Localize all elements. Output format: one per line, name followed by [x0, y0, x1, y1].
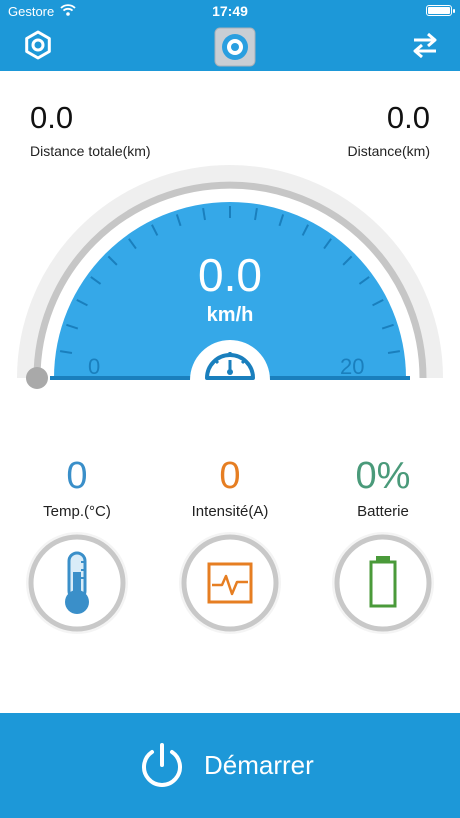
current-value: 0: [219, 455, 241, 497]
trip-distance-label: Distance(km): [347, 143, 430, 159]
scale-max-label: 20: [340, 354, 365, 379]
start-button-label: Démarrer: [204, 750, 314, 780]
swap-arrows-icon[interactable]: [410, 30, 440, 60]
battery-icon[interactable]: [330, 530, 436, 636]
speed-unit: km/h: [206, 304, 254, 326]
start-button[interactable]: Démarrer: [0, 713, 460, 818]
top-bar: Gestore 17:49: [0, 0, 460, 71]
current-label: Intensité(A): [191, 503, 269, 520]
battery-value: 0%: [355, 455, 411, 497]
waveform-icon[interactable]: [177, 530, 283, 636]
speed-value: 0.0: [198, 249, 262, 301]
status-time: 17:49: [212, 3, 248, 19]
app-logo: [214, 27, 256, 67]
temperature-label: Temp.(°C): [43, 503, 111, 520]
status-battery-icon: [426, 5, 455, 16]
scale-min-label: 0: [88, 354, 101, 379]
thermometer-icon[interactable]: [24, 530, 130, 636]
total-distance-label: Distance totale(km): [30, 143, 151, 159]
speed-indicator-knob: [26, 367, 48, 389]
battery-label: Batterie: [357, 503, 409, 520]
power-icon: [142, 743, 182, 787]
status-bar: Gestore 17:49: [0, 0, 460, 22]
total-distance-value: 0.0: [30, 100, 74, 135]
gear-icon[interactable]: [23, 30, 53, 60]
speedometer-icon: [190, 340, 270, 380]
temperature-value: 0: [66, 455, 88, 497]
trip-distance-value: 0.0: [386, 100, 430, 135]
